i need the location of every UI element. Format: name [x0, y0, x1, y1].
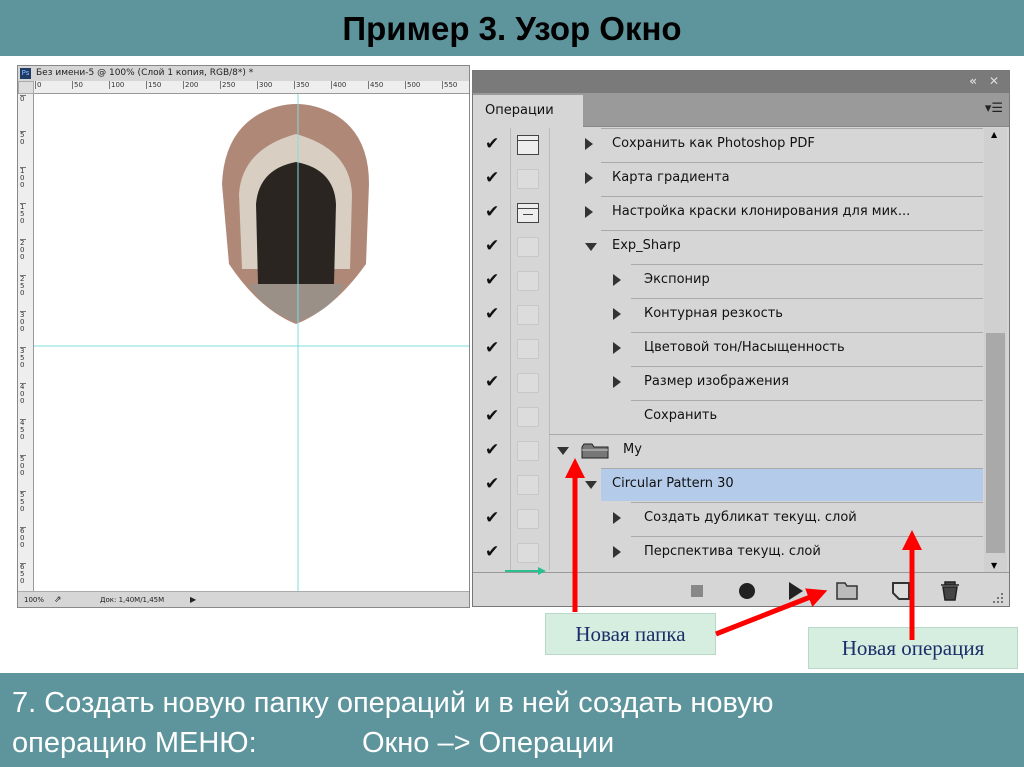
footer-menu-path: Окно –> Операции	[362, 727, 615, 759]
annotation-arrows	[505, 458, 922, 640]
footer-line-1: 7. Создать новую папку операций и в ней …	[12, 687, 774, 719]
slide-footer: 7. Создать новую папку операций и в ней …	[0, 673, 1024, 767]
arrow-to-new-folder-button	[715, 588, 828, 637]
footer-menu-label: операцию МЕНЮ:	[12, 727, 257, 759]
